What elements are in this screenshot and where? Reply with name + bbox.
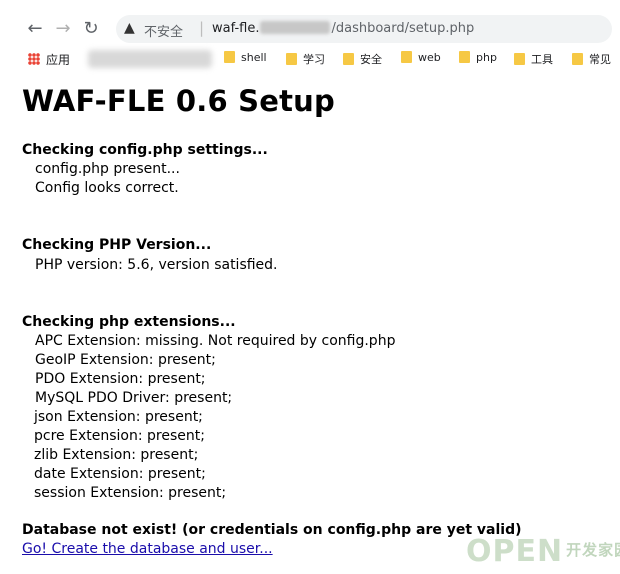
watermark-subtext: 开发家园 bbox=[566, 541, 620, 559]
folder-icon bbox=[286, 53, 297, 65]
bookmark-folder[interactable]: web bbox=[401, 51, 441, 64]
extension-line: zlib Extension: present; bbox=[34, 447, 199, 463]
database-status: Database not exist! (or credentials on c… bbox=[22, 522, 522, 538]
extension-line: PDO Extension: present; bbox=[35, 371, 206, 387]
back-icon[interactable]: ← bbox=[24, 18, 46, 40]
url-text[interactable]: waf-fle. /dashboard/setup.php bbox=[212, 21, 474, 36]
extension-line: json Extension: present; bbox=[34, 409, 203, 425]
bookmark-folder[interactable]: php bbox=[459, 51, 497, 64]
url-host: waf-fle. bbox=[212, 21, 260, 36]
folder-icon bbox=[572, 53, 583, 65]
bookmark-folder[interactable]: 常见 bbox=[572, 51, 611, 67]
bookmarks-bar: 应用 shell 学习 安全 web php 工具 常见 bbox=[0, 48, 620, 72]
extension-line: APC Extension: missing. Not required by … bbox=[35, 333, 396, 349]
forward-icon[interactable]: → bbox=[52, 18, 74, 40]
create-database-link[interactable]: Go! Create the database and user... bbox=[22, 541, 273, 557]
folder-icon bbox=[343, 53, 354, 65]
page-title: WAF-FLE 0.6 Setup bbox=[22, 84, 335, 118]
apps-grid-icon[interactable] bbox=[28, 53, 40, 65]
extension-line: GeoIP Extension: present; bbox=[35, 352, 216, 368]
url-separator: | bbox=[199, 19, 205, 37]
folder-icon bbox=[224, 51, 235, 63]
watermark: OPEN开发家园 bbox=[466, 534, 620, 569]
insecure-label: 不安全 bbox=[144, 25, 184, 40]
warning-icon: ▲ bbox=[124, 20, 135, 36]
extension-line: date Extension: present; bbox=[34, 466, 206, 482]
extension-line: session Extension: present; bbox=[34, 485, 227, 501]
bookmark-folder[interactable]: shell bbox=[224, 51, 267, 64]
config-line: Config looks correct. bbox=[35, 180, 179, 196]
php-version-line: PHP version: 5.6, version satisfied. bbox=[35, 257, 278, 273]
bookmark-folder[interactable]: 工具 bbox=[514, 51, 553, 67]
watermark-text: OPEN bbox=[466, 534, 564, 569]
extension-line: pcre Extension: present; bbox=[34, 428, 205, 444]
extension-line: MySQL PDO Driver: present; bbox=[35, 390, 233, 406]
section-heading-config: Checking config.php settings... bbox=[22, 142, 268, 158]
redacted-host bbox=[260, 21, 331, 34]
bookmark-folder[interactable]: 学习 bbox=[286, 51, 325, 67]
folder-icon bbox=[401, 51, 412, 63]
section-heading-php-version: Checking PHP Version... bbox=[22, 237, 212, 253]
url-path: /dashboard/setup.php bbox=[331, 21, 475, 36]
section-heading-extensions: Checking php extensions... bbox=[22, 314, 236, 330]
folder-icon bbox=[514, 53, 525, 65]
config-line: config.php present... bbox=[35, 161, 180, 177]
redacted-bookmark bbox=[88, 50, 212, 68]
address-bar[interactable]: ▲ 不安全 | waf-fle. /dashboard/setup.php bbox=[116, 15, 612, 43]
browser-chrome: ← → ↻ ▲ 不安全 | waf-fle. /dashboard/setup.p… bbox=[0, 0, 620, 72]
folder-icon bbox=[459, 51, 470, 63]
bookmark-folder[interactable]: 安全 bbox=[343, 51, 382, 67]
reload-icon[interactable]: ↻ bbox=[80, 18, 102, 40]
bookmark-apps[interactable]: 应用 bbox=[46, 51, 70, 68]
